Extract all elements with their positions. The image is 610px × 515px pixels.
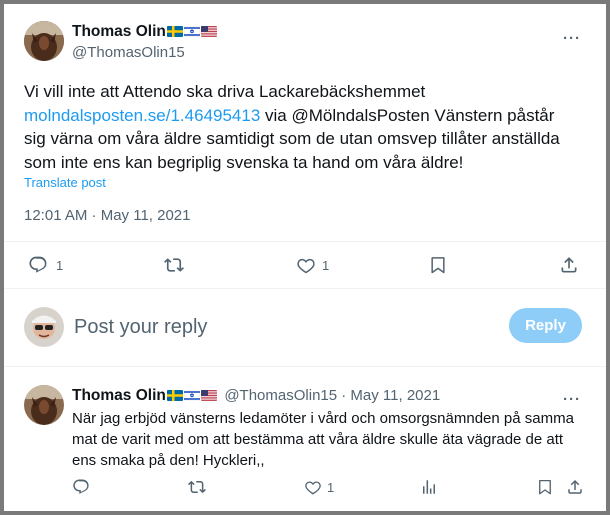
author-name-row[interactable]: Thomas Olin <box>72 23 217 41</box>
more-options-icon[interactable]: ··· <box>562 28 582 48</box>
reply-input[interactable]: Post your reply <box>74 316 207 339</box>
bookmark-action[interactable] <box>428 255 448 275</box>
tweet-text: Vi vill inte att Attendo ska driva Lacka… <box>24 80 594 174</box>
israel-flag-icon <box>183 26 200 37</box>
reply-reply-action[interactable] <box>72 478 90 496</box>
usa-flag-icon <box>200 390 217 401</box>
author-name[interactable]: Thomas Olin <box>72 23 166 40</box>
repost-action[interactable] <box>164 255 184 275</box>
reply-text: När jag erbjöd vänsterns ledamöter i vår… <box>72 408 597 471</box>
reply-action[interactable]: 1 <box>28 255 63 275</box>
author-handle[interactable]: @ThomasOlin15 <box>72 44 185 61</box>
reply-count: 1 <box>56 257 64 273</box>
article-link[interactable]: molndalsposten.se/1.46495413 <box>24 106 260 125</box>
reply-repost-action[interactable] <box>188 478 206 496</box>
like-action[interactable]: 1 <box>296 255 329 275</box>
tweet-text-line: sig värna om våra äldre samtidigt som de… <box>24 129 560 148</box>
analytics-icon <box>423 480 435 494</box>
reply-author-avatar[interactable] <box>24 385 64 425</box>
bookmark-icon <box>431 257 445 274</box>
usa-flag-icon <box>200 26 217 37</box>
tweet-text-line: molndalsposten.se/1.46495413 via @Mölnda… <box>24 105 555 125</box>
sweden-flag-icon <box>166 26 183 37</box>
heart-icon <box>297 258 315 274</box>
tweet-text-line: som inte ens kan begriplig svenska ta ha… <box>24 152 464 172</box>
reply-author-name[interactable]: Thomas Olin <box>72 387 166 404</box>
israel-flag-icon <box>183 390 200 401</box>
tweet-thread-panel: Thomas Olin @ThomasOlin15 ··· Vi vill in… <box>4 4 606 511</box>
reply-icon <box>73 479 89 494</box>
sweden-flag-icon <box>166 390 183 401</box>
reply-text-line: mat de varit med om att bestämma att vår… <box>72 431 564 448</box>
reply-more-options-icon[interactable]: ··· <box>562 389 582 409</box>
reply-bookmark-action[interactable] <box>536 478 554 496</box>
translate-post-link[interactable]: Translate post <box>24 175 106 190</box>
my-avatar[interactable] <box>24 307 64 347</box>
share-action[interactable] <box>559 255 579 275</box>
divider <box>4 366 606 367</box>
author-avatar[interactable] <box>24 21 64 61</box>
tweet-text-line: Vi vill inte att Attendo ska driva Lacka… <box>24 82 426 101</box>
heart-icon <box>305 481 321 495</box>
reply-like-count: 1 <box>327 479 335 495</box>
share-icon <box>561 257 577 273</box>
share-icon <box>568 479 582 494</box>
reply-text-line: När jag erbjöd vänsterns ledamöter i vår… <box>72 410 574 427</box>
reply-handle-and-time[interactable]: @ThomasOlin15 · May 11, 2021 <box>224 387 440 404</box>
like-count: 1 <box>322 257 330 273</box>
reply-text-line: ens smaka på den! Hyckleri,, <box>72 452 265 469</box>
reply-views-action[interactable] <box>420 478 438 496</box>
divider <box>4 288 606 289</box>
reply-button[interactable]: Reply <box>509 308 582 343</box>
reply-icon <box>29 256 47 273</box>
reply-share-action[interactable] <box>566 478 584 496</box>
reply-header: Thomas Olin @ThomasOlin15 · May 11, 2021 <box>72 387 440 405</box>
reply-like-action[interactable]: 1 <box>304 478 334 496</box>
tweet-timestamp[interactable]: 12:01 AM · May 11, 2021 <box>24 207 191 224</box>
divider <box>4 241 606 242</box>
repost-icon <box>164 258 184 272</box>
bookmark-icon <box>539 479 551 495</box>
repost-icon <box>188 480 206 494</box>
